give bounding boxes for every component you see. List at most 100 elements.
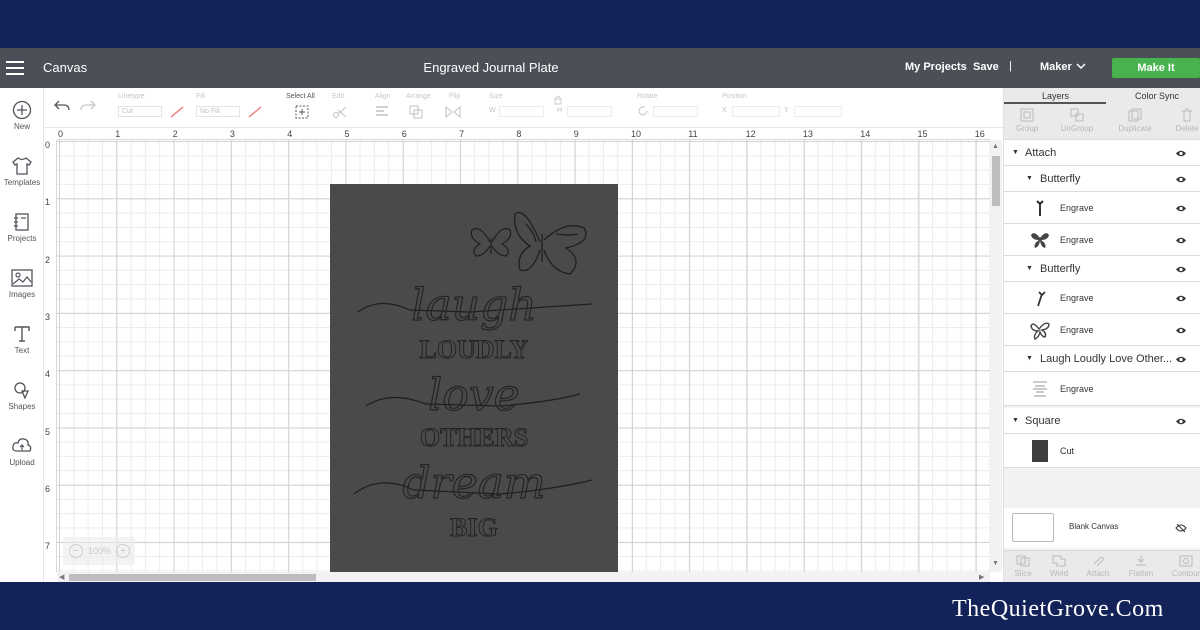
chevron-down-icon[interactable]	[1075, 60, 1087, 72]
journal-plate-square[interactable]: laugh LOUDLY love OTHERS dream BIG	[330, 184, 618, 582]
layer-item-engrave[interactable]: Engrave	[1004, 224, 1200, 256]
sidebar-item-text[interactable]: Text	[0, 324, 44, 355]
zoom-in-button[interactable]: +	[116, 544, 130, 558]
layer-item-engrave[interactable]: Engrave	[1004, 282, 1200, 314]
sidebar-item-images[interactable]: Images	[0, 268, 44, 299]
undo-icon[interactable]	[54, 99, 70, 113]
tab-layers[interactable]: Layers	[1042, 91, 1069, 101]
tab-color-sync[interactable]: Color Sync	[1135, 91, 1179, 101]
flatten-button[interactable]: Flatten	[1128, 555, 1154, 578]
select-all-button[interactable]: Select All	[286, 93, 315, 119]
top-bar: Canvas Engraved Journal Plate My Project…	[0, 48, 1200, 88]
fill-value[interactable]: No Fill	[196, 106, 240, 117]
eye-icon[interactable]	[1175, 204, 1187, 213]
ungroup-label: UnGroup	[1060, 124, 1094, 133]
delete-button[interactable]: Delete	[1174, 108, 1200, 133]
lock-icon[interactable]	[553, 95, 563, 105]
linetype-group: Linetype	[118, 93, 144, 100]
duplicate-button[interactable]: Duplicate	[1116, 108, 1154, 133]
fill-color-swatch[interactable]	[248, 106, 262, 118]
position-x-input[interactable]	[732, 106, 780, 117]
eye-icon[interactable]	[1175, 149, 1187, 158]
sidebar-item-projects[interactable]: Projects	[0, 212, 44, 243]
arrange-button[interactable]: Arrange	[406, 93, 431, 119]
layer-item-engrave[interactable]: Engrave	[1004, 314, 1200, 346]
caret-down-icon[interactable]: ▼	[1026, 265, 1033, 272]
eye-icon[interactable]	[1175, 355, 1187, 364]
left-sidebar: New Templates Projects Images Text Shape…	[0, 88, 44, 582]
slice-button[interactable]: Slice	[1012, 555, 1034, 578]
zoom-level: 100%	[88, 546, 112, 556]
eye-icon[interactable]	[1175, 417, 1187, 426]
group-button[interactable]: Group	[1016, 108, 1038, 133]
caret-down-icon[interactable]: ▼	[1012, 149, 1019, 156]
eye-icon[interactable]	[1175, 236, 1187, 245]
scroll-right-icon[interactable]: ▶	[979, 573, 984, 581]
my-projects-link[interactable]: My Projects	[905, 61, 967, 73]
layer-item-cut[interactable]: Cut	[1004, 434, 1200, 468]
height-input[interactable]	[567, 106, 612, 117]
ruler-tick-label: 2	[172, 129, 178, 139]
eye-icon[interactable]	[1175, 294, 1187, 303]
word-laugh: laugh	[411, 280, 536, 331]
sidebar-item-shapes[interactable]: Shapes	[0, 380, 44, 411]
eye-icon[interactable]	[1175, 265, 1187, 274]
group-label: Group	[1016, 124, 1039, 133]
align-button[interactable]: Align	[375, 93, 391, 116]
layer-item-engrave[interactable]: Engrave	[1004, 192, 1200, 224]
blank-canvas-row[interactable]: Blank Canvas	[1004, 508, 1200, 548]
position-y-input[interactable]	[794, 106, 842, 117]
ruler-tick-label: 8	[516, 129, 522, 139]
scroll-up-icon[interactable]: ▲	[992, 143, 999, 150]
layer-item-engrave[interactable]: Engrave	[1004, 372, 1200, 406]
edit-button[interactable]: Edit	[332, 93, 347, 118]
save-button[interactable]: Save	[973, 61, 999, 73]
group-icon	[1020, 108, 1034, 122]
flip-button[interactable]: Flip	[445, 93, 461, 119]
vertical-scroll-thumb[interactable]	[992, 156, 1000, 206]
layer-group-text[interactable]: ▼ Laugh Loudly Love Other...	[1004, 346, 1200, 372]
eye-icon[interactable]	[1175, 326, 1187, 335]
make-it-button[interactable]: Make It	[1112, 58, 1200, 78]
caret-down-icon[interactable]: ▼	[1026, 355, 1033, 362]
word-loudly: LOUDLY	[420, 335, 529, 364]
blank-canvas-swatch[interactable]	[1012, 513, 1054, 542]
eye-icon[interactable]	[1175, 175, 1187, 184]
position-y-label: Y	[784, 107, 789, 114]
rotate-input[interactable]	[653, 106, 698, 117]
weld-button[interactable]: Weld	[1048, 555, 1070, 578]
vertical-scrollbar[interactable]: ▲ ▼	[990, 140, 1002, 572]
caret-down-icon[interactable]: ▼	[1012, 417, 1019, 424]
ruler-tick-label: 0	[45, 140, 51, 150]
caret-down-icon[interactable]: ▼	[1026, 175, 1033, 182]
width-input[interactable]	[499, 106, 544, 117]
ungroup-button[interactable]: UnGroup	[1060, 108, 1094, 133]
sidebar-item-templates[interactable]: Templates	[0, 156, 44, 187]
horizontal-scrollbar[interactable]: ◀ ▶	[57, 572, 990, 582]
layer-group-square[interactable]: ▼ Square	[1004, 408, 1200, 434]
scroll-down-icon[interactable]: ▼	[992, 560, 999, 567]
ruler-tick-label: 7	[459, 129, 465, 139]
layer-actions: Group UnGroup Duplicate Delete	[1004, 104, 1200, 140]
zoom-out-button[interactable]: −	[69, 544, 83, 558]
redo-icon[interactable]	[80, 99, 96, 113]
sidebar-item-new[interactable]: New	[0, 100, 44, 131]
linetype-color-swatch[interactable]	[170, 106, 184, 118]
size-label: Size	[489, 93, 503, 100]
contour-button[interactable]: Contour	[1170, 555, 1200, 578]
ruler-tick-label: 5	[45, 426, 51, 437]
layer-item-label: Engrave	[1060, 293, 1094, 303]
sidebar-item-label: Text	[14, 346, 30, 355]
eye-hidden-icon[interactable]	[1175, 523, 1187, 533]
layer-group-butterfly-2[interactable]: ▼ Butterfly	[1004, 256, 1200, 282]
attach-button[interactable]: Attach	[1086, 555, 1110, 578]
machine-select[interactable]: Maker	[1040, 61, 1072, 73]
trash-icon	[1182, 108, 1192, 122]
scroll-left-icon[interactable]: ◀	[59, 573, 64, 581]
linetype-value[interactable]: Cut	[118, 106, 162, 117]
ruler-tick-label: 0	[58, 129, 64, 139]
horizontal-scroll-thumb[interactable]	[69, 574, 316, 581]
sidebar-item-upload[interactable]: Upload	[0, 436, 44, 467]
layer-group-attach[interactable]: ▼ Attach	[1004, 140, 1200, 166]
layer-group-butterfly-1[interactable]: ▼ Butterfly	[1004, 166, 1200, 192]
